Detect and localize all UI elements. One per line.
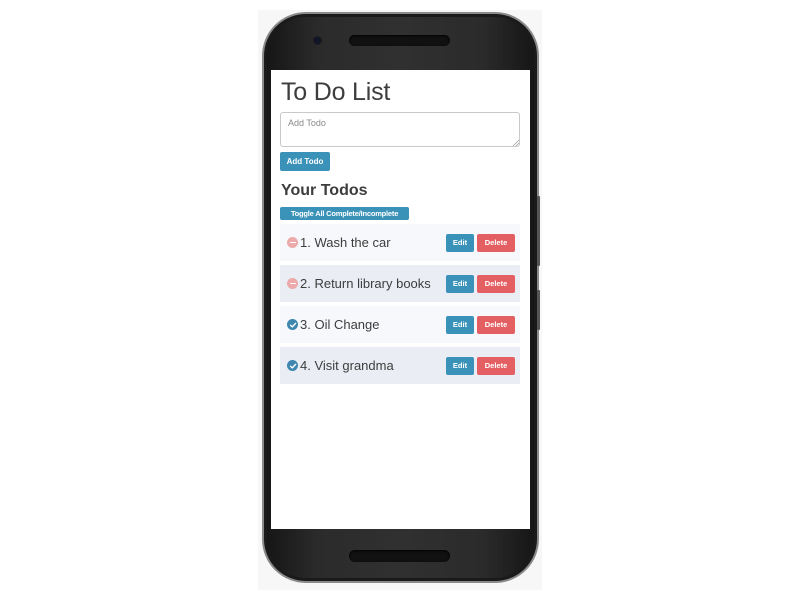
edit-button[interactable]: Edit [446,274,474,293]
edit-button[interactable]: Edit [446,356,474,375]
delete-button[interactable]: Delete [477,274,515,293]
todo-text: 2. Return library books [300,276,431,291]
check-circle-icon[interactable] [287,360,298,371]
phone-screen: To Do List Add Todo Your Todos Toggle Al… [271,70,530,529]
bottom-speaker [349,550,450,562]
minus-circle-icon[interactable] [287,237,298,248]
power-button [537,290,540,330]
todo-item: 2. Return library books Edit Delete [280,265,520,302]
check-circle-icon[interactable] [287,319,298,330]
todo-item: 1. Wash the car Edit Delete [280,224,520,261]
todo-text: 3. Oil Change [300,317,380,332]
earpiece-speaker [349,35,450,46]
add-todo-input[interactable] [280,112,520,147]
front-camera [314,37,321,44]
toggle-all-button[interactable]: Toggle All Complete/Incomplete [280,207,409,220]
edit-button[interactable]: Edit [446,233,474,252]
todos-heading: Your Todos [281,182,368,199]
todo-item: 4. Visit grandma Edit Delete [280,347,520,384]
delete-button[interactable]: Delete [477,233,515,252]
delete-button[interactable]: Delete [477,356,515,375]
edit-button[interactable]: Edit [446,315,474,334]
todo-item: 3. Oil Change Edit Delete [280,306,520,343]
delete-button[interactable]: Delete [477,315,515,334]
minus-circle-icon[interactable] [287,278,298,289]
todo-list: 1. Wash the car Edit Delete 2. Return li… [280,224,520,388]
volume-button [537,196,540,266]
todo-text: 4. Visit grandma [300,358,394,373]
page-title: To Do List [281,78,391,106]
add-todo-button[interactable]: Add Todo [280,152,330,171]
todo-text: 1. Wash the car [300,235,391,250]
